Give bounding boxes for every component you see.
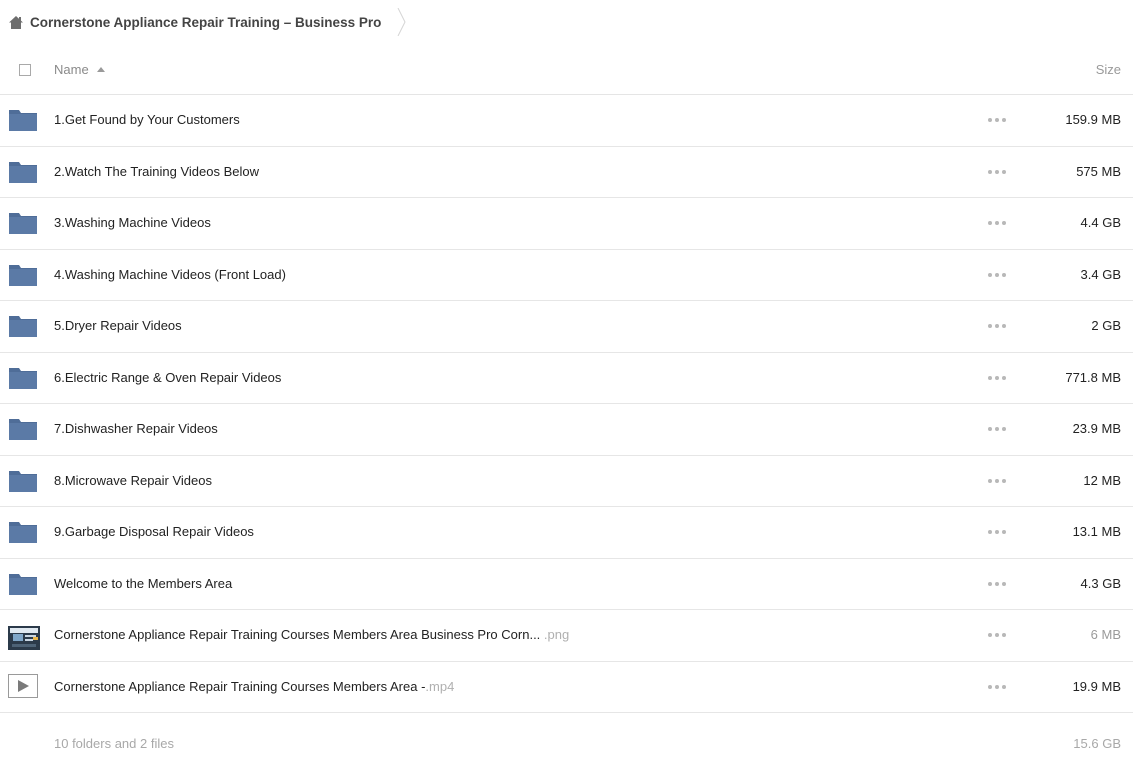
item-size: 159.9 MB	[1065, 112, 1121, 127]
footer: 10 folders and 2 files 15.6 GB	[0, 712, 1133, 766]
item-size: 13.1 MB	[1072, 524, 1121, 539]
item-size: 2 GB	[1091, 318, 1121, 333]
item-size: 4.3 GB	[1080, 575, 1121, 591]
more-options-icon[interactable]	[988, 112, 1006, 128]
breadcrumb-separator-icon	[397, 8, 407, 36]
more-options-icon[interactable]	[988, 164, 1006, 180]
item-size: 23.9 MB	[1072, 421, 1121, 436]
folder-icon	[8, 468, 38, 494]
file-list: 1.Get Found by Your Customers 159.9 MB 2.W…	[0, 95, 1133, 713]
folder-name[interactable]: 2.Watch The Training Videos Below	[54, 164, 259, 179]
item-name-text: 7.Dishwasher Repair Videos	[54, 421, 218, 436]
item-size: 19.9 MB	[1072, 678, 1121, 694]
item-name-text: 9.Garbage Disposal Repair Videos	[54, 524, 254, 539]
item-name-text: Cornerstone Appliance Repair Training Co…	[54, 627, 541, 642]
folder-icon	[8, 210, 38, 236]
more-options-icon[interactable]	[988, 627, 1006, 643]
folder-name[interactable]: 1.Get Found by Your Customers	[54, 112, 240, 127]
folder-row[interactable]: 1.Get Found by Your Customers 159.9 MB	[0, 95, 1133, 147]
more-options-icon[interactable]	[988, 318, 1006, 334]
item-name-text: 1.Get Found by Your Customers	[54, 112, 240, 127]
item-size: 771.8 MB	[1065, 369, 1121, 385]
select-all-checkbox[interactable]	[19, 64, 31, 76]
file-extension: .png	[540, 627, 570, 642]
item-name-text: 5.Dryer Repair Videos	[54, 318, 182, 333]
folder-row[interactable]: 6.Electric Range & Oven Repair Videos 771…	[0, 353, 1133, 404]
item-size: 4.4 GB	[1080, 215, 1121, 230]
folder-row[interactable]: Welcome to the Members Area 4.3 GB	[0, 559, 1133, 610]
folder-name[interactable]: 3.Washing Machine Videos	[54, 215, 211, 230]
folder-icon	[8, 262, 38, 288]
home-icon[interactable]	[8, 15, 24, 30]
item-size: 6 MB	[1090, 627, 1121, 642]
image-thumbnail-icon	[8, 622, 40, 650]
folder-icon	[8, 416, 38, 442]
more-options-icon[interactable]	[988, 524, 1006, 540]
item-size: 575 MB	[1076, 163, 1121, 179]
item-count-summary: 10 folders and 2 files	[54, 736, 174, 751]
item-size: 12 MB	[1083, 472, 1121, 488]
folder-name[interactable]: 5.Dryer Repair Videos	[54, 318, 182, 333]
folder-row[interactable]: 4.Washing Machine Videos (Front Load) 3.4…	[0, 250, 1133, 301]
more-options-icon[interactable]	[988, 215, 1006, 231]
total-size: 15.6 GB	[1073, 736, 1121, 751]
item-name-text: 8.Microwave Repair Videos	[54, 472, 212, 488]
item-name-text: 2.Watch The Training Videos Below	[54, 163, 259, 179]
more-options-icon[interactable]	[988, 370, 1006, 386]
item-name-text: Cornerstone Appliance Repair Training Co…	[54, 678, 426, 694]
breadcrumb-current-folder[interactable]: Cornerstone Appliance Repair Training – …	[30, 15, 381, 30]
size-column-header[interactable]: Size	[1096, 62, 1121, 77]
folder-icon	[8, 107, 38, 133]
more-options-icon[interactable]	[988, 679, 1006, 695]
folder-icon	[8, 159, 38, 185]
more-options-icon[interactable]	[988, 576, 1006, 592]
file-row[interactable]: Cornerstone Appliance Repair Training Co…	[0, 610, 1133, 662]
file-name[interactable]: Cornerstone Appliance Repair Training Co…	[54, 679, 454, 694]
folder-name[interactable]: 8.Microwave Repair Videos	[54, 473, 212, 488]
item-name-text: 3.Washing Machine Videos	[54, 215, 211, 230]
sort-ascending-icon	[96, 67, 105, 72]
file-row[interactable]: Cornerstone Appliance Repair Training Co…	[0, 662, 1133, 713]
video-play-icon	[8, 673, 38, 700]
more-options-icon[interactable]	[988, 267, 1006, 283]
more-options-icon[interactable]	[988, 421, 1006, 437]
breadcrumb: Cornerstone Appliance Repair Training – …	[8, 8, 407, 36]
folder-row[interactable]: 9.Garbage Disposal Repair Videos 13.1 MB	[0, 507, 1133, 559]
file-name[interactable]: Cornerstone Appliance Repair Training Co…	[54, 627, 569, 642]
folder-icon	[8, 313, 38, 339]
folder-name[interactable]: Welcome to the Members Area	[54, 576, 232, 591]
folder-row[interactable]: 5.Dryer Repair Videos 2 GB	[0, 301, 1133, 353]
item-name-text: 6.Electric Range & Oven Repair Videos	[54, 369, 282, 385]
folder-icon	[8, 365, 38, 391]
folder-name[interactable]: 9.Garbage Disposal Repair Videos	[54, 524, 254, 539]
item-name-text: Welcome to the Members Area	[54, 575, 233, 591]
folder-name[interactable]: 6.Electric Range & Oven Repair Videos	[54, 370, 281, 385]
name-column-header[interactable]: Name	[54, 62, 105, 77]
folder-name[interactable]: 7.Dishwasher Repair Videos	[54, 421, 218, 436]
folder-icon	[8, 571, 38, 597]
folder-row[interactable]: 3.Washing Machine Videos 4.4 GB	[0, 198, 1133, 250]
table-header: Name Size	[0, 44, 1133, 95]
folder-row[interactable]: 8.Microwave Repair Videos 12 MB	[0, 456, 1133, 507]
folder-icon	[8, 519, 38, 545]
more-options-icon[interactable]	[988, 473, 1006, 489]
name-column-label: Name	[54, 62, 89, 77]
folder-row[interactable]: 2.Watch The Training Videos Below 575 MB	[0, 147, 1133, 198]
item-name-text: 4.Washing Machine Videos (Front Load)	[54, 266, 286, 282]
folder-name[interactable]: 4.Washing Machine Videos (Front Load)	[54, 267, 286, 282]
item-size: 3.4 GB	[1080, 266, 1121, 282]
folder-row[interactable]: 7.Dishwasher Repair Videos 23.9 MB	[0, 404, 1133, 456]
file-extension: .mp4	[425, 678, 455, 694]
